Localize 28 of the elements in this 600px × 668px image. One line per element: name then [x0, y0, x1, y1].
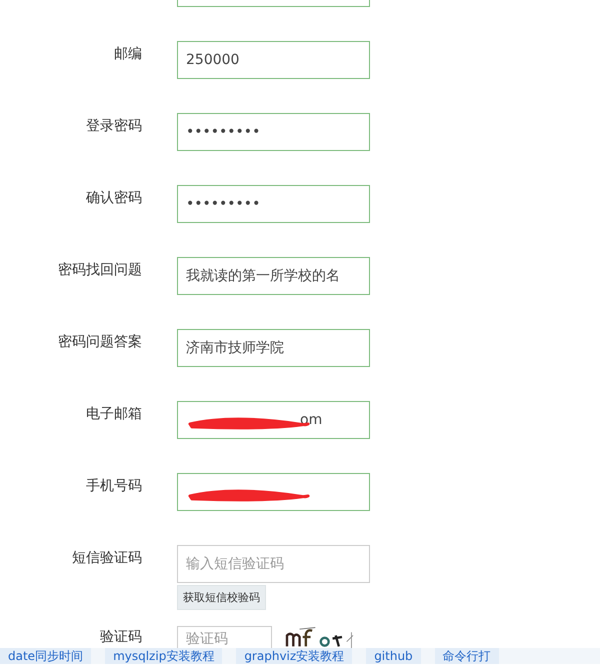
- field-label: 电子邮箱: [85, 405, 142, 423]
- field-value: 我就读的第一所学校的名: [186, 267, 340, 285]
- field-label: 验证码: [99, 628, 142, 646]
- input-field[interactable]: 250000: [177, 41, 370, 79]
- placeholder-text: 输入短信验证码: [186, 555, 284, 573]
- get-sms-code-button[interactable]: 获取短信校验码: [177, 585, 266, 610]
- field-label: 密码问题答案: [57, 333, 142, 351]
- bookmark-link[interactable]: date同步时间: [0, 648, 92, 664]
- field-label: 确认密码: [85, 189, 142, 207]
- field-value: 济南市技师学院: [186, 339, 284, 357]
- field-label: 手机号码: [85, 477, 142, 495]
- field-value: •••••••••: [186, 196, 260, 212]
- field-value: 250000: [186, 52, 240, 68]
- field-label: 密码找回问题: [57, 261, 142, 279]
- bookmark-link[interactable]: mysqlzip安装教程: [105, 648, 222, 664]
- input-field[interactable]: 我就读的第一所学校的名: [177, 257, 370, 295]
- input-field[interactable]: [177, 473, 370, 511]
- bookmark-link[interactable]: 命令行打: [434, 648, 499, 664]
- field-label: 邮编: [113, 45, 142, 63]
- input-field[interactable]: •••••••••: [177, 113, 370, 151]
- bookmark-link[interactable]: github: [366, 648, 421, 664]
- input-field[interactable]: •••••••••: [177, 185, 370, 223]
- input-field[interactable]: 济南市技师学院: [177, 329, 370, 367]
- field-label: 短信验证码: [71, 549, 142, 567]
- field-label: 登录密码: [85, 117, 142, 135]
- bookmark-link[interactable]: graphviz安装教程: [236, 648, 352, 664]
- field-value: •••••••••: [186, 124, 260, 140]
- placeholder-text: 验证码: [186, 630, 228, 648]
